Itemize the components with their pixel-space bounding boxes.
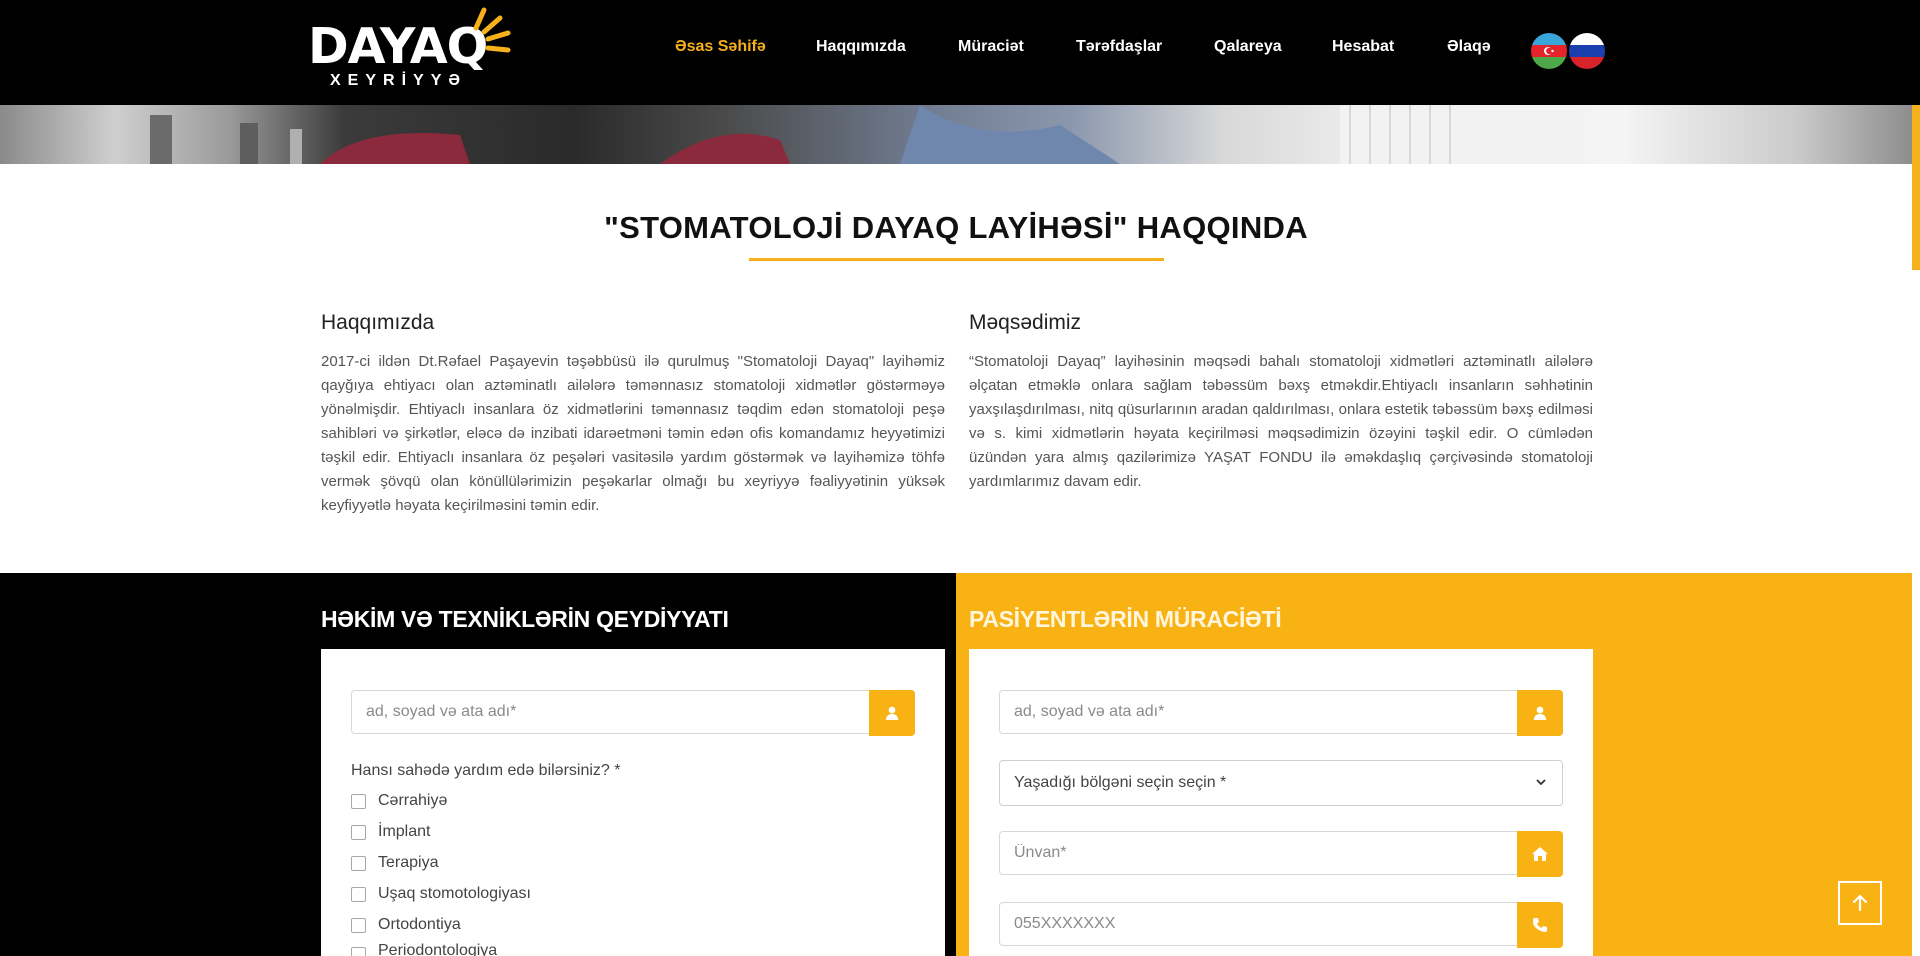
hero-banner-image [0,105,1912,164]
arrow-up-icon [1852,894,1868,912]
azerbaijan-flag-icon[interactable] [1531,33,1567,69]
region-select[interactable]: Yaşadığı bölgəni seçin seçin * [999,760,1563,806]
russia-flag-icon[interactable] [1569,33,1605,69]
doctor-form-title: HƏKİM VƏ TEXNİKLƏRİN QEYDİYYATI [321,606,729,632]
phone-group [999,902,1563,948]
user-icon [1517,690,1563,736]
page-scrollbar-thumb[interactable] [1912,105,1920,270]
patient-name-input[interactable] [999,690,1563,734]
goal-heading: Məqsədimiz [969,311,1082,334]
patient-name-group [999,690,1563,736]
home-icon [1517,831,1563,877]
checkbox[interactable] [351,855,366,871]
nav-contact[interactable]: Əlaqə [1447,38,1491,56]
checkbox[interactable] [351,917,366,933]
nav-report[interactable]: Hesabat [1332,38,1394,56]
checkbox-label: Ortodontiya [378,916,461,933]
specialty-option[interactable]: İmplant [351,821,430,843]
chevron-down-icon [1536,779,1546,786]
checkbox[interactable] [351,793,366,809]
checkbox[interactable] [351,824,366,840]
site-header: DAYAQ XEYRİYYƏ Əsas Səhifə Haqqımızda Mü… [0,0,1920,105]
doctor-name-group [351,690,915,736]
checkbox-label: Cərrahiyə [378,792,448,809]
goal-text: “Stomatoloji Dayaq” layihəsinin məqsədi … [969,353,1593,490]
title-underline [749,258,1164,261]
address-input[interactable] [999,831,1563,875]
about-text: 2017-ci ildən Dt.Rəfael Paşayevin təşəbb… [321,353,945,514]
specialty-option[interactable]: Ortodontiya [351,914,461,936]
doctor-name-input[interactable] [351,690,915,734]
back-to-top-button[interactable] [1838,881,1882,925]
phone-icon [1517,902,1563,948]
main-nav: Əsas Səhifə Haqqımızda Müraciət Tərəfdaş… [0,38,1920,62]
specialty-option[interactable]: Terapiya [351,852,438,874]
patient-form-title: PASİYENTLƏRİN MÜRACİƏTİ [969,606,1282,632]
checkbox-label: İmplant [378,823,431,840]
nav-home[interactable]: Əsas Səhifə [675,38,766,56]
nav-partners[interactable]: Tərəfdaşlar [1076,38,1162,56]
checkbox-label: Uşaq stomotologiyası [378,885,531,902]
nav-about[interactable]: Haqqımızda [816,38,906,56]
specialty-option[interactable]: Uşaq stomotologiyası [351,883,531,905]
specialty-question: Hansı sahədə yardım edə bilərsiniz? * [351,762,621,779]
nav-application[interactable]: Müraciət [958,38,1024,56]
specialty-option[interactable]: Cərrahiyə [351,790,447,812]
about-title: "STOMATOLOJİ DAYAQ LAYİHƏSİ" HAQQINDA [604,210,1308,245]
phone-input[interactable] [999,902,1563,946]
logo-tagline: XEYRİYYƏ [330,72,467,89]
nav-gallery[interactable]: Qalareya [1214,38,1282,56]
user-icon [869,690,915,736]
checkbox[interactable] [351,886,366,902]
checkbox[interactable] [351,947,366,956]
region-select-value: Yaşadığı bölgəni seçin seçin * [1014,774,1227,791]
checkbox-label: Periodontologiya [378,942,498,956]
dental-clinic-photo [150,105,1580,164]
address-group [999,831,1563,877]
about-heading: Haqqımızda [321,311,435,334]
specialty-option[interactable]: Periodontologiya [351,942,497,956]
checkbox-label: Terapiya [378,854,439,871]
